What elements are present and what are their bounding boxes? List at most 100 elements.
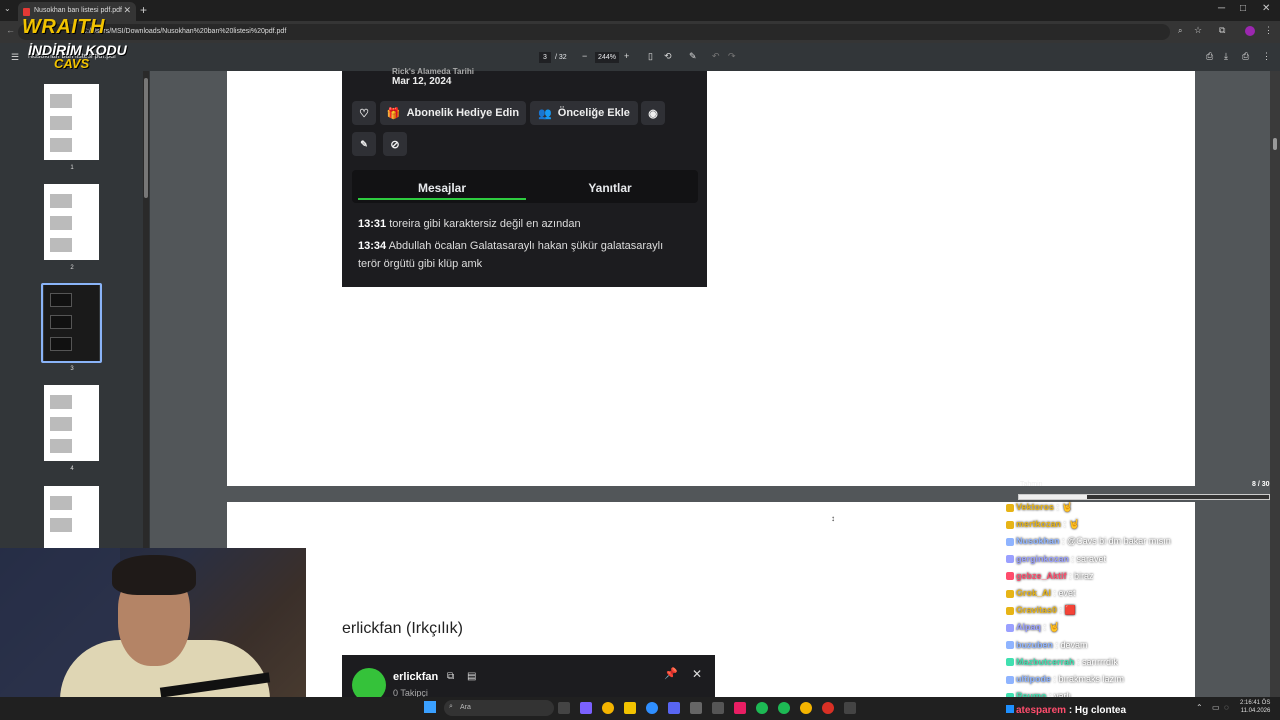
network-icon[interactable]: ▭ bbox=[1212, 703, 1220, 712]
poll-counter: 8 / 30 bbox=[1252, 481, 1270, 488]
app-icon[interactable] bbox=[580, 702, 592, 714]
zoom-in-icon[interactable]: + bbox=[624, 51, 629, 61]
back-arrow-icon[interactable]: ← bbox=[6, 25, 15, 35]
badge-icon bbox=[1006, 624, 1014, 633]
message-time: 13:34 bbox=[358, 240, 387, 252]
add-priority-button[interactable]: 👥 Önceliğe Ekle bbox=[530, 101, 638, 125]
card-icon[interactable]: ▤ bbox=[467, 671, 476, 682]
wifi-icon[interactable]: ◌ bbox=[1224, 703, 1229, 712]
close-icon[interactable]: ✕ bbox=[692, 667, 702, 681]
pin-icon[interactable]: 📌 bbox=[664, 667, 678, 680]
chat-username: Mazbutcerrah bbox=[1016, 656, 1075, 667]
start-button[interactable] bbox=[424, 701, 436, 713]
chat-username: gebze_Aktif bbox=[1016, 570, 1067, 581]
chat-text: : 🟥 bbox=[1059, 605, 1076, 616]
ban-button[interactable]: ⊘ bbox=[383, 132, 407, 156]
new-tab-button[interactable]: + bbox=[140, 3, 147, 17]
username: erlickfan bbox=[393, 671, 439, 683]
heart-button[interactable]: ♡ bbox=[352, 101, 376, 125]
user-plus-icon: 👥 bbox=[538, 107, 552, 120]
badge-icon bbox=[1006, 520, 1014, 529]
chrome-icon[interactable] bbox=[602, 702, 614, 714]
print-icon[interactable]: ⎙ bbox=[1242, 51, 1249, 62]
zoom-icon[interactable]: ⌕ bbox=[1178, 26, 1182, 36]
page-thumbnail-2[interactable] bbox=[44, 184, 99, 260]
app-icon[interactable] bbox=[734, 702, 746, 714]
page-thumbnail-3[interactable] bbox=[44, 285, 99, 361]
rotate-icon[interactable]: ⟲ bbox=[664, 51, 672, 62]
page-section-title: erlickfan (Irkçılık) bbox=[342, 620, 463, 637]
chat-username: buzuben bbox=[1016, 639, 1053, 650]
zoom-out-icon[interactable]: − bbox=[582, 51, 587, 61]
tab-search-icon[interactable]: ⌄ bbox=[4, 4, 11, 13]
viewer-scrollbar[interactable] bbox=[1270, 71, 1280, 697]
chat-username: atesparem bbox=[1016, 705, 1067, 716]
chat-username: Nusokhan bbox=[1016, 536, 1060, 547]
tab-messages[interactable]: Mesajlar bbox=[358, 176, 526, 200]
viewer-scrollbar-thumb[interactable] bbox=[1273, 138, 1277, 150]
badge-icon bbox=[1006, 606, 1014, 615]
chrome-icon[interactable] bbox=[800, 702, 812, 714]
edge-icon[interactable] bbox=[646, 702, 658, 714]
steam-icon[interactable] bbox=[712, 702, 724, 714]
more-options-icon[interactable]: ⋮ bbox=[1262, 51, 1271, 62]
message-text: Abdullah öcalan Galatasaraylı hakan şükü… bbox=[358, 240, 664, 270]
download-icon[interactable]: ⤓ bbox=[1224, 51, 1228, 62]
discord-icon[interactable] bbox=[668, 702, 680, 714]
tray-chevron-icon[interactable]: ⌃ bbox=[1196, 703, 1203, 712]
annotate-icon[interactable]: ✎ bbox=[689, 51, 697, 62]
badge-icon bbox=[1006, 538, 1014, 547]
browser-tab-strip bbox=[0, 0, 1280, 21]
fit-page-icon[interactable]: ▯ bbox=[648, 51, 653, 62]
zoom-input[interactable]: 244% bbox=[595, 52, 619, 63]
chat-text: : 🤘 bbox=[1043, 622, 1060, 633]
close-tab-icon[interactable]: ✕ bbox=[123, 5, 131, 16]
copy-icon[interactable]: ⧉ bbox=[447, 671, 454, 682]
pdf-toolbar bbox=[0, 43, 1280, 71]
hamburger-menu-icon[interactable]: ☰ bbox=[11, 52, 19, 63]
save-icon[interactable]: ⎙ bbox=[1206, 51, 1213, 62]
maximize-button[interactable]: □ bbox=[1240, 3, 1246, 14]
minimize-button[interactable]: ─ bbox=[1218, 3, 1225, 14]
app-icon[interactable] bbox=[844, 702, 856, 714]
redo-icon[interactable]: ↷ bbox=[728, 51, 736, 62]
badge-icon bbox=[1006, 589, 1014, 598]
gift-sub-button[interactable]: 🎁 Abonelik Hediye Edin bbox=[380, 101, 526, 125]
pin-button[interactable]: ✎ bbox=[352, 132, 376, 156]
app-icon[interactable] bbox=[822, 702, 834, 714]
undo-icon[interactable]: ↶ bbox=[712, 51, 720, 62]
poll-label: Tahmin bbox=[1020, 481, 1043, 488]
extensions-icon[interactable]: ⧉ bbox=[1219, 25, 1225, 36]
tab-replies[interactable]: Yanıtlar bbox=[526, 176, 694, 200]
browser-tab-title: Nusokhan ban listesi pdf.pdf bbox=[34, 7, 122, 14]
chat-line: Alpaq : 🤘 bbox=[1006, 622, 1060, 633]
clock-time: 2:16:41 ÖS bbox=[1240, 700, 1271, 706]
chat-line: ultipode : bırakmaks lazım bbox=[1006, 674, 1124, 684]
page-number-input[interactable]: 3 bbox=[539, 52, 551, 63]
eye-button[interactable]: ◉ bbox=[641, 101, 665, 125]
task-view-icon[interactable] bbox=[558, 702, 570, 714]
chat-line: gerginkozan : saravet bbox=[1006, 554, 1106, 564]
app-icon[interactable] bbox=[690, 702, 702, 714]
clock-date: 11.04.2026 bbox=[1240, 708, 1271, 714]
page-thumbnail-4[interactable] bbox=[44, 385, 99, 461]
chat-line: Mazbutcerrah : sarırrrdık bbox=[1006, 657, 1118, 667]
badge-icon bbox=[1006, 658, 1014, 667]
url-input[interactable]: C:/Users/MSI/Downloads/Nusokhan%20ban%20… bbox=[18, 24, 1170, 40]
taskbar-search[interactable]: ⌕ Ara bbox=[444, 700, 554, 716]
file-explorer-icon[interactable] bbox=[624, 702, 636, 714]
browser-menu-icon[interactable]: ⋮ bbox=[1264, 25, 1273, 36]
app-icon[interactable] bbox=[756, 702, 768, 714]
system-clock[interactable]: 2:16:41 ÖS 11.04.2026 bbox=[1240, 699, 1270, 715]
spotify-icon[interactable] bbox=[778, 702, 790, 714]
chat-text: : saravet bbox=[1071, 553, 1107, 564]
chat-text: : devam bbox=[1055, 639, 1088, 650]
page-thumbnail-1[interactable] bbox=[44, 84, 99, 160]
chat-username: Vektoros bbox=[1016, 502, 1055, 512]
sidebar-scrollbar-thumb[interactable] bbox=[144, 78, 148, 198]
page-thumbnail-5[interactable] bbox=[44, 486, 99, 548]
profile-avatar[interactable] bbox=[1245, 26, 1255, 36]
chat-text: : sarırrrdık bbox=[1077, 656, 1119, 667]
bookmark-star-icon[interactable]: ☆ bbox=[1194, 25, 1202, 36]
close-window-button[interactable]: ✕ bbox=[1262, 3, 1270, 14]
